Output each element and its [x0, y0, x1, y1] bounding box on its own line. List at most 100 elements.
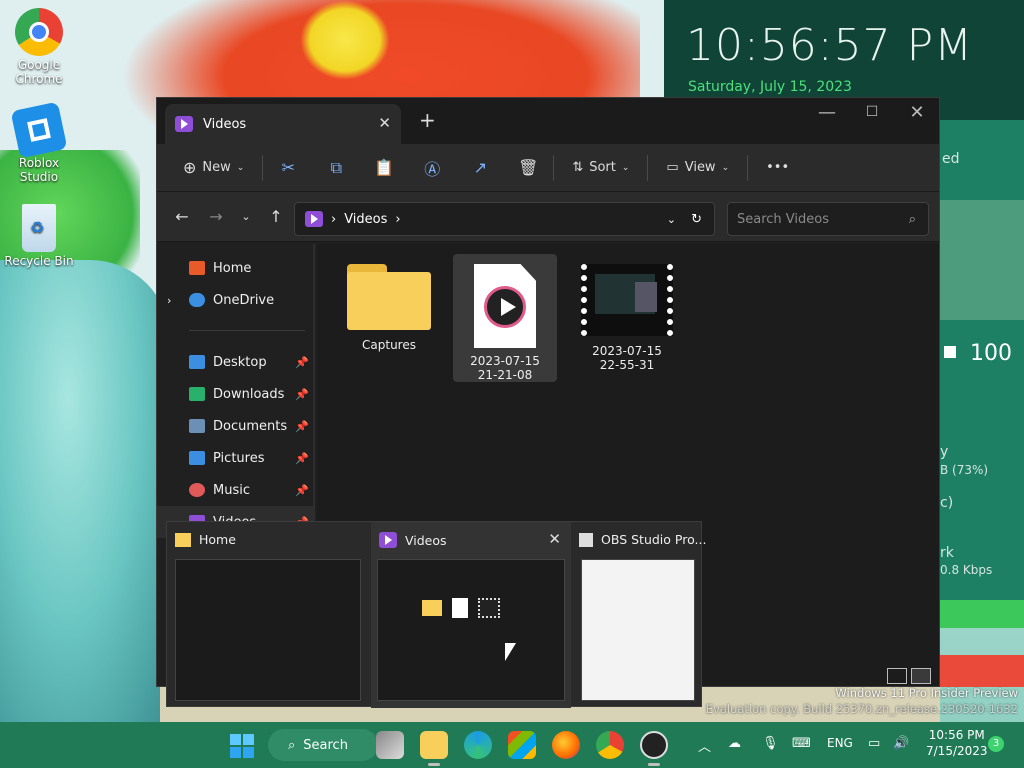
sidebar-item-label: OneDrive: [213, 292, 275, 308]
search-placeholder: Search Videos: [737, 211, 829, 227]
pin-icon[interactable]: 📌: [295, 452, 309, 465]
pin-icon[interactable]: 📌: [295, 420, 309, 433]
network-icon[interactable]: ▭: [868, 736, 880, 751]
preview-videos[interactable]: Videos ✕: [371, 522, 571, 708]
download-icon: [189, 387, 205, 401]
sort-label: Sort: [589, 160, 616, 175]
minimize-button[interactable]: —: [812, 102, 842, 123]
search-icon: ⌕: [288, 737, 296, 753]
obs-studio-icon[interactable]: [640, 731, 668, 759]
recent-locations-chevron-icon[interactable]: ⌄: [231, 210, 261, 223]
taskbar-search-button[interactable]: ⌕ Search: [268, 729, 378, 761]
taskbar: ⌕ Search ︿ ☁ 🎙 ⌨ ENG ▭ 🔊 10:56 PM 7/15/2…: [0, 722, 1024, 768]
chrome-icon[interactable]: [596, 731, 624, 759]
language-indicator[interactable]: ENG: [827, 736, 853, 750]
desktop-date: Saturday, July 15, 2023: [688, 79, 852, 95]
running-indicator: [648, 763, 660, 766]
rename-icon[interactable]: Ⓐ: [417, 156, 447, 180]
share-icon[interactable]: ↗: [465, 158, 495, 177]
file-name: 2023-07-15 22-55-31: [592, 344, 662, 372]
desktop-icon-recycle-bin[interactable]: ♻ Recycle Bin: [0, 204, 78, 268]
copy-icon[interactable]: ⧉: [321, 158, 351, 178]
keyboard-icon[interactable]: ⌨: [792, 736, 811, 751]
details-view-icon[interactable]: [887, 668, 907, 684]
maximize-button[interactable]: ☐: [857, 104, 887, 120]
up-arrow-icon[interactable]: ↑: [261, 207, 291, 226]
sidebar-item-label: Music: [213, 482, 250, 498]
widget-square-icon: [944, 346, 956, 358]
pin-icon[interactable]: 📌: [295, 356, 309, 369]
folder-icon: [347, 264, 431, 330]
sidebar-item-pictures[interactable]: Pictures 📌: [157, 442, 315, 474]
widget-text: 0.8 Kbps: [940, 563, 993, 577]
chevron-right-icon: ›: [395, 211, 401, 227]
notification-badge[interactable]: 3: [988, 736, 1004, 752]
preview-home[interactable]: Home: [167, 522, 371, 708]
onedrive-paused-icon[interactable]: ☁: [728, 736, 741, 751]
task-view-icon[interactable]: [376, 731, 404, 759]
sort-icon: ⇅: [572, 160, 584, 175]
title-bar[interactable]: Videos ✕ + — ☐ ✕: [157, 98, 939, 144]
pin-icon[interactable]: 📌: [295, 388, 309, 401]
sidebar-item-music[interactable]: Music 📌: [157, 474, 315, 506]
sidebar-item-desktop[interactable]: Desktop 📌: [157, 346, 315, 378]
firefox-icon[interactable]: [552, 731, 580, 759]
show-hidden-icons-chevron-icon[interactable]: ︿: [698, 736, 711, 755]
new-button[interactable]: ⊕ New ⌄: [175, 152, 252, 184]
mouse-cursor: [505, 643, 516, 661]
close-tab-icon[interactable]: ✕: [378, 114, 391, 132]
desktop-icon: [189, 355, 205, 369]
volume-icon[interactable]: 🔊: [893, 736, 909, 751]
address-bar[interactable]: › Videos › ⌄ ↻: [294, 202, 715, 236]
close-preview-icon[interactable]: ✕: [548, 530, 561, 548]
refresh-icon[interactable]: ↻: [691, 212, 702, 227]
view-icon: ▭: [666, 160, 679, 175]
sidebar-item-downloads[interactable]: Downloads 📌: [157, 378, 315, 410]
sidebar-item-documents[interactable]: Documents 📌: [157, 410, 315, 442]
cut-icon[interactable]: ✂: [273, 158, 303, 177]
widget-value: 100: [970, 341, 1012, 366]
file-video-2[interactable]: 2023-07-15 22-55-31: [575, 254, 679, 382]
view-button[interactable]: ▭ View ⌄: [658, 152, 737, 184]
file-video-1[interactable]: 2023-07-15 21-21-08: [453, 254, 557, 382]
view-label: View: [684, 160, 716, 175]
recycle-bin-icon: ♻: [22, 204, 56, 252]
obs-window-icon: [579, 532, 593, 547]
more-options-button[interactable]: •••: [758, 152, 797, 184]
search-label: Search: [303, 737, 348, 753]
video-file-icon: [474, 264, 536, 348]
preview-obs-studio[interactable]: OBS Studio Pro...: [571, 522, 707, 708]
back-arrow-icon[interactable]: ←: [167, 207, 197, 226]
widget-text: c): [940, 495, 954, 511]
delete-icon[interactable]: 🗑: [513, 158, 543, 177]
search-input[interactable]: Search Videos ⌕: [727, 202, 929, 236]
desktop-icon-chrome[interactable]: Google Chrome: [0, 8, 78, 86]
taskbar-clock[interactable]: 10:56 PM 7/15/2023: [926, 727, 988, 759]
close-window-button[interactable]: ✕: [902, 102, 932, 123]
file-explorer-taskbar-icon[interactable]: [420, 731, 448, 759]
preview-title: OBS Studio Pro...: [601, 532, 707, 547]
new-tab-button[interactable]: +: [419, 108, 436, 132]
expand-chevron-icon[interactable]: ›: [167, 294, 171, 307]
preview-title: Home: [199, 532, 236, 547]
microphone-icon[interactable]: 🎙: [762, 736, 779, 751]
widget-text: ed: [942, 151, 960, 167]
sidebar-item-label: Downloads: [213, 386, 285, 402]
file-name: 2023-07-15 21-21-08: [470, 354, 540, 382]
sidebar-item-onedrive[interactable]: › OneDrive: [157, 284, 315, 316]
tab-videos[interactable]: Videos ✕: [165, 104, 401, 144]
start-button[interactable]: [227, 731, 255, 759]
sidebar-item-label: Pictures: [213, 450, 265, 466]
folder-captures[interactable]: Captures: [337, 254, 441, 382]
pin-icon[interactable]: 📌: [295, 484, 309, 497]
command-bar: ⊕ New ⌄ ✂ ⧉ 📋 Ⓐ ↗ 🗑 ⇅ Sort ⌄ ▭ View ⌄ ••…: [157, 144, 939, 192]
desktop-icon-label: Roblox Studio: [18, 156, 60, 184]
breadcrumb-videos[interactable]: Videos: [344, 212, 387, 227]
edge-icon[interactable]: [464, 731, 492, 759]
sort-button[interactable]: ⇅ Sort ⌄: [564, 152, 637, 184]
microsoft-store-icon[interactable]: [508, 731, 536, 759]
sidebar-item-home[interactable]: Home: [157, 252, 315, 284]
address-dropdown-icon[interactable]: ⌄: [667, 213, 676, 226]
tiles-view-icon[interactable]: [911, 668, 931, 684]
desktop-icon-roblox-studio[interactable]: Roblox Studio: [0, 101, 78, 184]
